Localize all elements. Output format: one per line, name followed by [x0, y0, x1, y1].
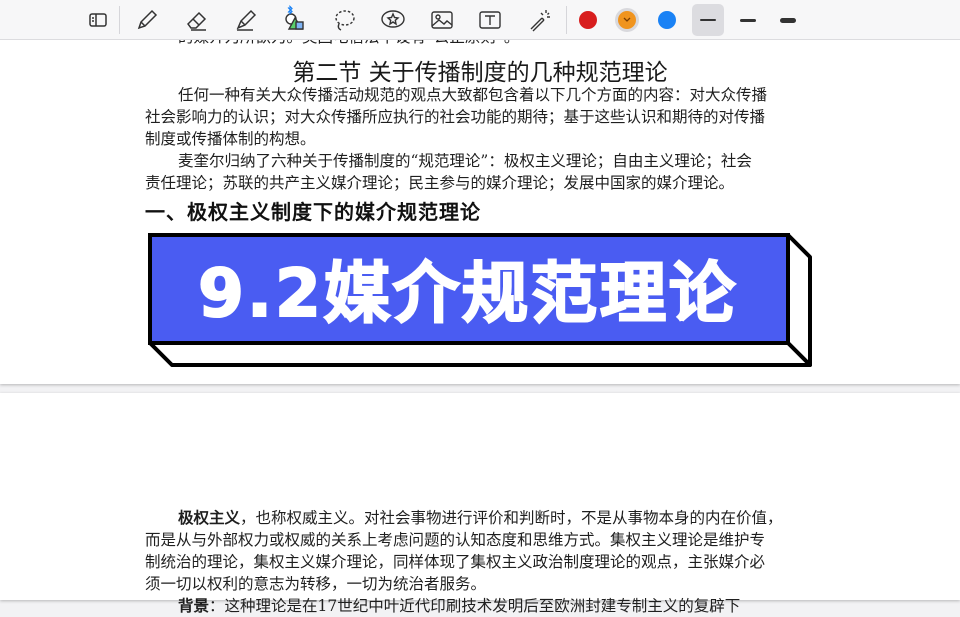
toolbar-divider — [119, 6, 120, 34]
text-tool-button[interactable] — [474, 4, 506, 36]
paragraph-line: 制统治的理论，集权主义媒介理论，同样体现了集权主义政治制度理论的观点，主张媒介必 — [145, 553, 766, 571]
orange-color-dot — [618, 11, 636, 29]
sidebar-toggle-icon — [89, 13, 107, 27]
shapes-icon — [285, 13, 304, 30]
thin-stroke-icon — [700, 19, 716, 21]
stroke-thin-button[interactable] — [692, 4, 724, 36]
background-label: 背景 — [178, 596, 210, 615]
medium-stroke-icon — [740, 18, 756, 22]
highlighter-tool-button[interactable] — [230, 4, 262, 36]
lasso-icon — [335, 10, 355, 31]
laser-pointer-icon — [530, 10, 550, 32]
sticker-tool-button[interactable] — [377, 4, 409, 36]
highlighter-icon — [236, 9, 257, 31]
term-bold: 极权主义 — [178, 508, 241, 527]
paragraph-line: 极权主义，也称权威主义。对社会事物进行评价和判断时，不是从事物本身的内在价值， — [178, 507, 783, 529]
thick-stroke-icon — [780, 17, 796, 23]
red-color-dot — [579, 11, 597, 29]
eraser-icon — [187, 11, 207, 31]
title-banner: 9.2媒介规范理论 — [148, 233, 812, 367]
chevron-down-icon — [623, 17, 631, 22]
paragraph-line: 任何一种有关大众传播活动规范的观点大致都包含着以下几个方面的内容：对大众传播 — [178, 86, 768, 104]
pen-tool-button[interactable] — [131, 4, 163, 36]
document-page-1: 的媒介为所欲为。美国电信法中设有“公正原则”。 第二节 关于传播制度的几种规范理… — [0, 28, 960, 384]
laser-tool-button[interactable] — [524, 4, 556, 36]
subsection-heading: 一、极权主义制度下的媒介规范理论 — [145, 200, 481, 224]
image-tool-button[interactable] — [426, 4, 458, 36]
stroke-thick-button[interactable] — [772, 4, 804, 36]
document-page-2: 极权主义，也称权威主义。对社会事物进行评价和判断时，不是从事物本身的内在价值， … — [0, 393, 960, 615]
banner-title: 9.2媒介规范理论 — [197, 254, 738, 333]
lasso-tool-button[interactable] — [328, 4, 360, 36]
annotation-toolbar — [0, 0, 960, 40]
color-swatch-red[interactable] — [572, 4, 604, 36]
paragraph-line: 责任理论；苏联的共产主义媒介理论；民主参与的媒介理论；发展中国家的媒介理论。 — [145, 174, 735, 192]
toolbar-divider — [566, 6, 567, 34]
color-swatch-orange[interactable] — [611, 4, 643, 36]
image-icon — [431, 11, 453, 29]
star-bubble-icon — [381, 10, 405, 28]
stroke-medium-button[interactable] — [732, 4, 764, 36]
bluetooth-icon — [287, 5, 293, 15]
paragraph-line: 须一切以权利的意志为转移，一切为统治者服务。 — [145, 575, 487, 593]
blue-color-dot — [658, 11, 676, 29]
paragraph-line: 社会影响力的认识；对大众传播所应执行的社会功能的期待；基于这些认识和期待的对传播 — [145, 108, 766, 126]
text-box-icon — [479, 11, 501, 29]
shapes-tool-button[interactable] — [278, 4, 310, 36]
term-definition: ，也称权威主义。对社会事物进行评价和判断时，不是从事物本身的内在价值， — [240, 509, 783, 527]
sidebar-toggle-button[interactable] — [82, 4, 114, 36]
paragraph-line: 而是从与外部权力或权威的关系上考虑问题的认知态度和思维方式。集权主义理论是维护专 — [145, 531, 766, 549]
paragraph-line: 麦奎尔归纳了六种关于传播制度的“规范理论”：极权主义理论；自由主义理论；社会 — [178, 152, 752, 170]
eraser-tool-button[interactable] — [181, 4, 213, 36]
section-title: 第二节 关于传播制度的几种规范理论 — [292, 60, 668, 86]
color-swatch-blue[interactable] — [651, 4, 683, 36]
pen-icon — [137, 9, 158, 30]
cut-off-line: 背景：这种理论是在17世纪中叶近代印刷技术发明后至欧洲封建专制主义的复辟下 — [178, 595, 740, 617]
paragraph-line: 制度或传播体制的构想。 — [145, 130, 316, 148]
